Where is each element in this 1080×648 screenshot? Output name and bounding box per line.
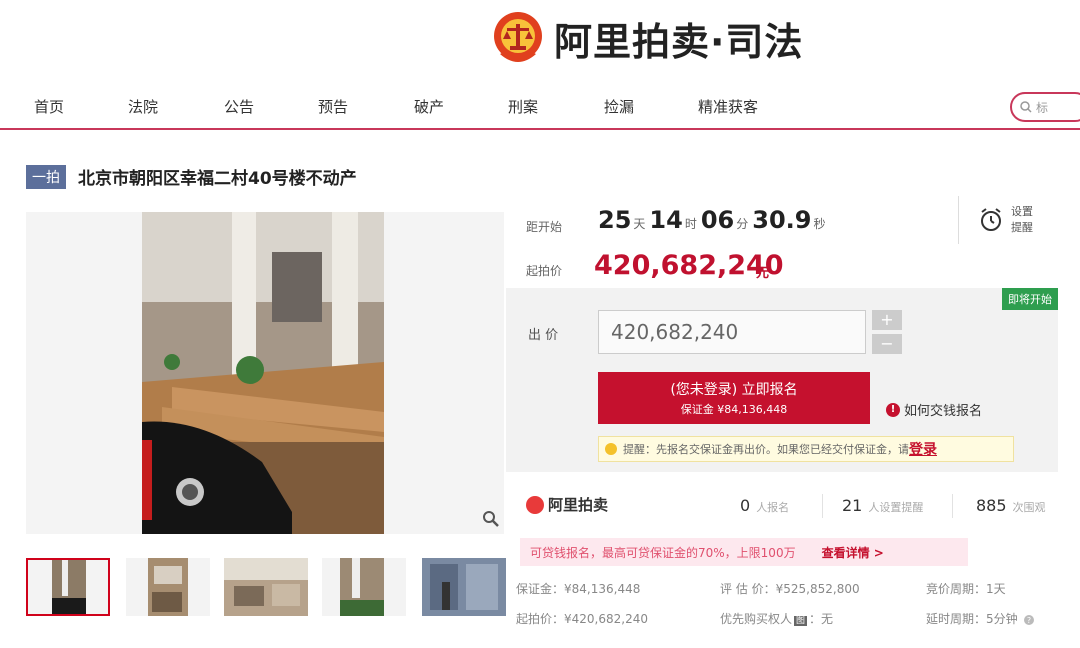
promo-text: 可贷钱报名，最高可贷保证金的70%，上限100万 <box>530 545 796 560</box>
item-title-row: 一拍 北京市朝阳区幸福二村40号楼不动产 <box>26 164 357 189</box>
search-icon <box>1020 101 1032 113</box>
search-placeholder: 标 <box>1036 100 1049 115</box>
logo-text: 阿里拍卖·司法 <box>554 19 804 64</box>
ali-auction-brand: 阿里拍卖 <box>526 494 608 515</box>
bid-cycle-info: 竞价周期：1天 <box>926 582 1006 596</box>
view-count-label: 次围观 <box>1012 501 1046 514</box>
main-property-image[interactable] <box>26 212 504 534</box>
how-to-pay-link[interactable]: ! 如何交钱报名 <box>886 400 982 419</box>
main-nav: 首页 法院 公告 预告 破产 刑案 捡漏 精准获客 标 <box>0 86 1080 130</box>
bid-increase-button[interactable]: + <box>872 310 902 330</box>
page-title: 北京市朝阳区幸福二村40号楼不动产 <box>78 169 357 189</box>
deposit-info: 保证金：¥84,136,448 <box>516 582 641 596</box>
countdown-minutes-unit: 分 <box>736 217 749 231</box>
login-link[interactable]: 登录 <box>909 439 937 459</box>
login-tip: 提醒：先报名交保证金再出价。如果您已经交付保证金，请 登录 <box>598 436 1014 462</box>
court-emblem-icon <box>490 8 546 68</box>
start-price-label: 起拍价 <box>526 264 563 278</box>
help-icon[interactable]: ? <box>1023 614 1035 626</box>
alarm-clock-icon <box>981 208 1001 231</box>
signup-button[interactable]: (您未登录) 立即报名 保证金 ¥84,136,448 <box>598 372 870 424</box>
start-price-info: 起拍价：¥420,682,240 <box>516 612 648 626</box>
signup-deposit-label: 保证金 ¥84,136,448 <box>680 403 788 416</box>
info-icon: ! <box>886 402 900 417</box>
thumbnail-1[interactable] <box>26 558 110 616</box>
countdown-label: 距开始 <box>526 220 563 234</box>
promo-details-link[interactable]: 查看详情 > <box>822 544 884 561</box>
priority-label: 优先购买权人 <box>720 612 793 626</box>
stats-divider <box>822 494 823 518</box>
thumbnail-5[interactable] <box>422 558 506 616</box>
nav-item-bargain[interactable]: 捡漏 <box>604 96 634 117</box>
auction-round-tag: 一拍 <box>26 164 66 189</box>
countdown-timer: 25 天 14 时 06 分 30.9 秒 <box>598 206 830 234</box>
assessed-price-info: 评 估 价：¥525,852,800 <box>720 582 860 596</box>
loan-promo-banner: 可贷钱报名，最高可贷保证金的70%，上限100万 查看详情 > <box>520 538 968 566</box>
nav-item-home[interactable]: 首页 <box>34 96 64 117</box>
thumbnail-3[interactable] <box>224 558 308 616</box>
nav-item-announcement[interactable]: 公告 <box>224 96 254 117</box>
countdown-hours: 14 <box>649 206 683 234</box>
brand-label: 阿里拍卖 <box>548 496 609 514</box>
status-badge: 即将开始 <box>1002 288 1058 310</box>
start-price-unit: 元 <box>756 266 770 281</box>
tip-text: 提醒：先报名交保证金再出价。如果您已经交付保证金，请 <box>623 443 909 456</box>
zoom-icon[interactable] <box>482 510 500 528</box>
property-photo <box>142 212 384 534</box>
thumbnail-2[interactable] <box>126 558 210 616</box>
delay-cycle-label: 延时周期：5分钟 <box>926 612 1018 626</box>
view-count-value: 885 <box>976 496 1007 515</box>
bid-panel: 即将开始 出 价 420,682,240 + − (您未登录) 立即报名 保证金… <box>506 288 1058 472</box>
reminder-count: 21 人设置提醒 <box>842 496 923 515</box>
thumbnail-4[interactable] <box>322 558 406 616</box>
countdown-days: 25 <box>598 206 632 234</box>
priority-help-badge[interactable]: 图 <box>794 616 808 626</box>
bid-amount-input[interactable]: 420,682,240 <box>598 310 866 354</box>
countdown-seconds-unit: 秒 <box>813 217 826 231</box>
delay-cycle-info: 延时周期：5分钟 ? <box>926 610 1035 627</box>
priority-buyer-info: 优先购买权人图：无 <box>720 610 833 627</box>
reminder-count-label: 人设置提醒 <box>868 501 924 514</box>
nav-item-preview[interactable]: 预告 <box>318 96 348 117</box>
countdown-minutes: 06 <box>700 206 735 234</box>
nav-item-criminal[interactable]: 刑案 <box>508 96 538 117</box>
lightbulb-icon <box>605 443 617 455</box>
site-logo[interactable]: 阿里拍卖·司法 <box>490 6 803 70</box>
signup-count-value: 0 <box>740 496 751 515</box>
countdown-seconds: 30.9 <box>752 206 812 234</box>
search-input[interactable]: 标 <box>1010 92 1080 122</box>
nav-item-court[interactable]: 法院 <box>128 96 158 117</box>
priority-value: ：无 <box>809 612 834 626</box>
remind-line2: 提醒 <box>1011 221 1033 234</box>
view-count: 885 次围观 <box>976 496 1046 515</box>
signup-button-label: (您未登录) 立即报名 <box>670 382 798 398</box>
ali-auction-logo-icon <box>526 495 544 514</box>
countdown-days-unit: 天 <box>633 217 646 231</box>
signup-count: 0 人报名 <box>740 496 789 515</box>
remind-line1: 设置 <box>1011 205 1033 218</box>
how-to-pay-label: 如何交钱报名 <box>904 404 983 419</box>
stats-divider <box>952 494 953 518</box>
signup-count-label: 人报名 <box>756 501 790 514</box>
nav-item-precise-customers[interactable]: 精准获客 <box>698 96 758 117</box>
countdown-hours-unit: 时 <box>684 217 697 231</box>
nav-item-bankruptcy[interactable]: 破产 <box>414 96 444 117</box>
reminder-count-value: 21 <box>842 496 863 515</box>
bid-decrease-button[interactable]: − <box>872 334 902 354</box>
bid-label: 出 价 <box>528 328 559 343</box>
set-reminder-button[interactable]: 设置 提醒 <box>958 196 1058 244</box>
svg-text:?: ? <box>1027 616 1031 625</box>
